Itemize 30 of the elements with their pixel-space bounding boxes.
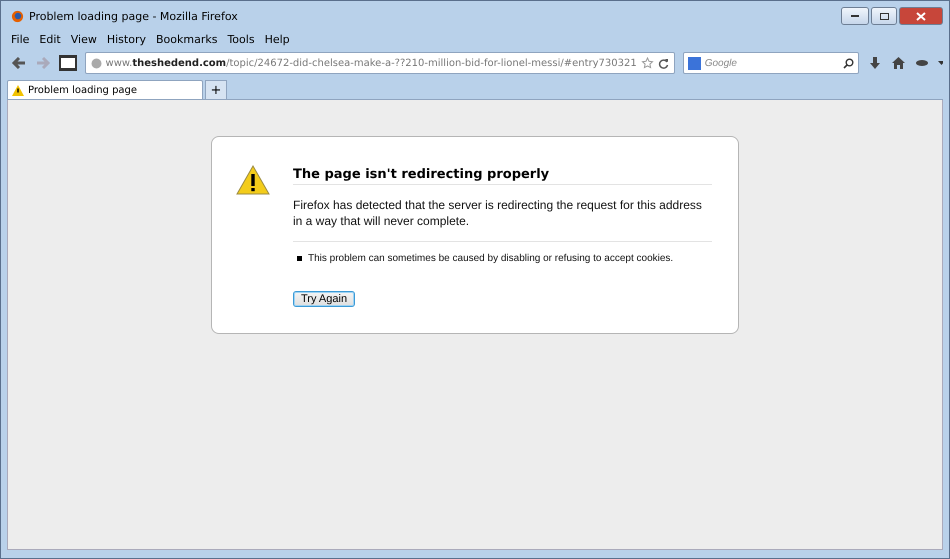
hint-text: This problem can sometimes be caused by disabling or refusing to accept cookies. [308, 253, 674, 264]
try-again-button[interactable]: Try Again [293, 291, 356, 307]
warning-icon [236, 165, 270, 195]
reload-icon[interactable] [658, 58, 669, 68]
minimize-button[interactable] [841, 7, 869, 25]
search-bar[interactable]: Google [682, 52, 859, 74]
error-title: The page isn't redirecting properly [293, 167, 712, 185]
error-message: Firefox has detected that the server is redirecting the request for this address in a way that will never complete. [293, 197, 712, 242]
star-icon[interactable] [640, 57, 654, 69]
new-tab-button[interactable]: + [205, 80, 227, 99]
menu-item[interactable]: Tools [227, 32, 255, 46]
bullet-icon [297, 256, 302, 261]
menu-item[interactable]: Help [264, 32, 290, 46]
maximize-icon [880, 12, 888, 20]
menu-item[interactable]: Bookmarks [156, 32, 218, 46]
browser-tab[interactable]: Problem loading page [7, 80, 203, 99]
minimize-icon [851, 14, 859, 18]
dropdown-icon[interactable] [938, 61, 944, 65]
close-icon [916, 12, 926, 20]
warning-icon [12, 84, 24, 96]
maximize-button[interactable] [871, 7, 897, 25]
search-engine-icon[interactable] [688, 56, 701, 70]
window-title: Problem loading page - Mozilla Firefox [29, 10, 239, 22]
menu-item[interactable]: View [70, 32, 97, 46]
menu-item[interactable]: File [11, 32, 30, 46]
menu-item[interactable]: Edit [39, 32, 61, 46]
search-icon[interactable] [842, 58, 854, 68]
menu-item[interactable]: History [106, 32, 146, 46]
close-button[interactable] [899, 7, 943, 25]
address-field[interactable]: www.theshedend.com/topic/24672-did-chelsea-make-a-??210-million-bid-for-lionel-messi/#entry730321 [84, 52, 675, 74]
